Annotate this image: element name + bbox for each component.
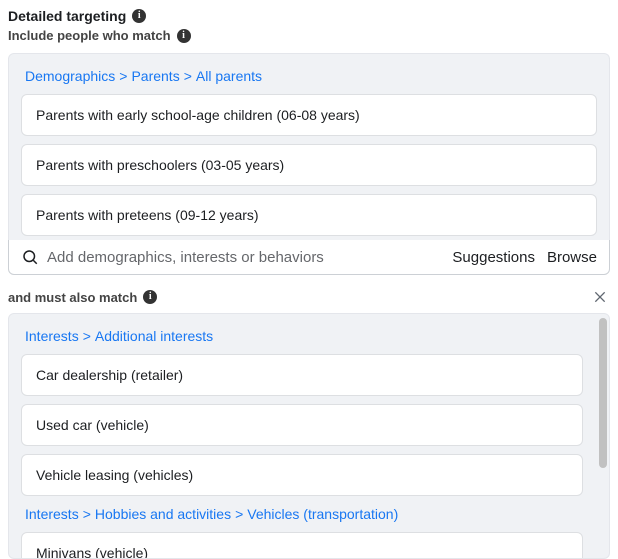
include-subtitle-text: Include people who match <box>8 28 171 43</box>
breadcrumb-separator: > <box>83 328 91 344</box>
targeting-chip[interactable]: Used car (vehicle) <box>21 404 583 446</box>
breadcrumb-link[interactable]: Demographics <box>25 68 115 84</box>
breadcrumb-separator: > <box>235 506 243 522</box>
breadcrumb: Demographics > Parents > All parents <box>25 68 597 84</box>
scrollbar-track[interactable] <box>599 318 607 554</box>
search-actions: Suggestions Browse <box>452 249 597 266</box>
breadcrumb-link[interactable]: Parents <box>131 68 179 84</box>
narrow-panel: Interests > Additional interests Car dea… <box>8 313 610 559</box>
connector-label-text: and must also match <box>8 290 137 305</box>
info-icon[interactable]: i <box>143 290 157 304</box>
breadcrumb-link[interactable]: Vehicles (transportation) <box>247 506 398 522</box>
browse-button[interactable]: Browse <box>547 249 597 266</box>
breadcrumb: Interests > Additional interests <box>25 328 583 344</box>
targeting-chip[interactable]: Minivans (vehicle) <box>21 532 583 559</box>
breadcrumb-link[interactable]: Interests <box>25 506 79 522</box>
search-input[interactable] <box>47 249 444 266</box>
targeting-chip[interactable]: Vehicle leasing (vehicles) <box>21 454 583 496</box>
breadcrumb-link[interactable]: All parents <box>196 68 262 84</box>
section-title-text: Detailed targeting <box>8 8 126 24</box>
breadcrumb-link[interactable]: Interests <box>25 328 79 344</box>
include-subtitle: Include people who match i <box>8 28 610 43</box>
search-icon <box>21 248 39 266</box>
connector-row: and must also match i <box>8 287 610 307</box>
targeting-chip[interactable]: Car dealership (retailer) <box>21 354 583 396</box>
close-icon[interactable] <box>590 287 610 307</box>
info-icon[interactable]: i <box>132 9 146 23</box>
scrollbar-thumb[interactable] <box>599 318 607 468</box>
breadcrumb-separator: > <box>184 68 192 84</box>
targeting-chip[interactable]: Parents with preteens (09-12 years) <box>21 194 597 236</box>
targeting-chip[interactable]: Parents with preschoolers (03-05 years) <box>21 144 597 186</box>
connector-label: and must also match i <box>8 290 157 305</box>
breadcrumb: Interests > Hobbies and activities > Veh… <box>25 506 583 522</box>
info-icon[interactable]: i <box>177 29 191 43</box>
breadcrumb-separator: > <box>119 68 127 84</box>
include-panel: Demographics > Parents > All parents Par… <box>8 53 610 240</box>
suggestions-button[interactable]: Suggestions <box>452 249 535 266</box>
breadcrumb-separator: > <box>83 506 91 522</box>
section-title: Detailed targeting i <box>8 8 610 24</box>
breadcrumb-link[interactable]: Additional interests <box>95 328 213 344</box>
targeting-chip[interactable]: Parents with early school-age children (… <box>21 94 597 136</box>
breadcrumb-link[interactable]: Hobbies and activities <box>95 506 231 522</box>
search-row: Suggestions Browse <box>8 239 610 275</box>
